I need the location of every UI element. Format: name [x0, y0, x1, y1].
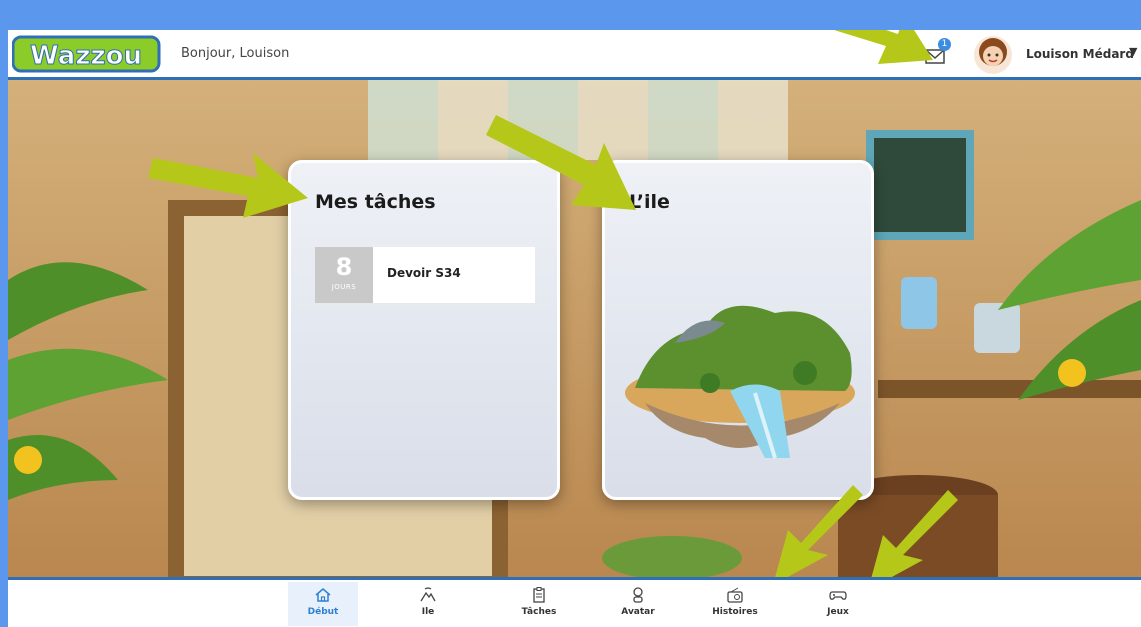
- island-card[interactable]: L’ile: [602, 160, 874, 500]
- island-icon: [393, 586, 463, 606]
- avatar-image: [979, 38, 1007, 66]
- island-illustration: [625, 305, 855, 459]
- gamepad-icon: [803, 586, 873, 606]
- nav-item-avatar[interactable]: Avatar: [603, 586, 673, 617]
- task-days-number: 8: [335, 253, 353, 281]
- nav-item-ile[interactable]: Ile: [393, 586, 463, 617]
- pointer-arrow-icon: [834, 30, 933, 64]
- radio-icon: [700, 586, 770, 606]
- avatar-icon: [603, 586, 673, 606]
- island-card-title: L’ile: [629, 191, 670, 213]
- scene-background: Mes tâches 8 JOURS Devoir S34 L’ile: [8, 80, 1141, 577]
- messages-button[interactable]: 1: [925, 38, 951, 66]
- nav-label: Ile: [421, 607, 435, 617]
- scene-illustration: [8, 80, 1141, 577]
- unread-badge: 1: [938, 38, 951, 51]
- nav-label: Début: [307, 607, 339, 617]
- bottom-nav: Début Ile Tâches Avatar Histoires Jeux: [8, 577, 1141, 627]
- nav-label: Avatar: [621, 607, 655, 617]
- tasks-card[interactable]: Mes tâches 8 JOURS Devoir S34: [288, 160, 560, 500]
- app-window: Mes tâches 8 JOURS Devoir S34 L’ile Wazz…: [8, 30, 1141, 627]
- chevron-down-icon[interactable]: ▼: [1129, 45, 1137, 58]
- tasks-card-title: Mes tâches: [315, 191, 436, 213]
- task-days-badge: 8 JOURS: [315, 247, 373, 303]
- task-item-devoir[interactable]: 8 JOURS Devoir S34: [315, 247, 535, 303]
- nav-item-histoires[interactable]: Histoires: [700, 586, 770, 617]
- avatar[interactable]: [974, 36, 1012, 74]
- logo-text: Wazzou: [30, 41, 142, 71]
- task-days-unit: JOURS: [331, 283, 357, 291]
- nav-label: Tâches: [521, 607, 557, 617]
- home-icon: [288, 586, 358, 606]
- greeting-text: Bonjour, Louison: [181, 46, 290, 61]
- task-name: Devoir S34: [387, 266, 461, 280]
- nav-item-debut[interactable]: Début: [288, 582, 358, 626]
- wazzou-logo[interactable]: Wazzou: [12, 35, 162, 73]
- clipboard-icon: [504, 586, 574, 606]
- top-bar: Wazzou Bonjour, Louison 1 Louison Médard…: [8, 30, 1141, 80]
- nav-item-taches[interactable]: Tâches: [504, 586, 574, 617]
- user-menu-name[interactable]: Louison Médard: [1026, 47, 1134, 61]
- nav-item-jeux[interactable]: Jeux: [803, 586, 873, 617]
- nav-label: Jeux: [827, 607, 849, 617]
- nav-label: Histoires: [712, 607, 758, 617]
